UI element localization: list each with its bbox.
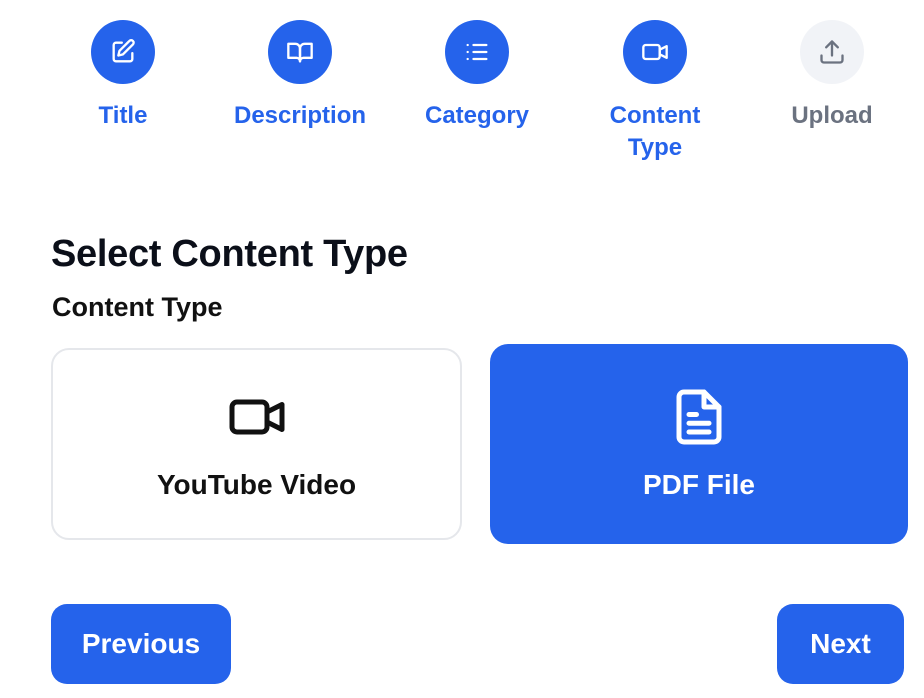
step-upload-circle [800,20,864,84]
step-title-label: Title [98,102,148,129]
upload-icon [820,40,844,64]
step-content-type[interactable]: Content Type [580,20,730,164]
content-type-step-page: Title Description Category Content Type … [0,0,924,698]
previous-button[interactable]: Previous [51,604,231,684]
youtube-video-option-label: YouTube Video [156,469,357,500]
page-title: Select Content Type [51,233,408,275]
step-category-label: Category [424,102,530,129]
content-type-field-label: Content Type [52,292,223,322]
document-icon [676,389,722,445]
list-icon [466,43,488,61]
pdf-file-option-label: PDF File [642,469,755,500]
step-title-circle [91,20,155,84]
video-camera-icon [229,399,284,435]
step-title[interactable]: Title [48,20,198,132]
step-description[interactable]: Description [225,20,375,132]
step-description-label: Description [233,102,367,129]
step-category[interactable]: Category [402,20,552,132]
edit-icon [112,39,135,63]
step-upload[interactable]: Upload [757,20,907,132]
step-upload-label: Upload [791,102,873,129]
step-description-circle [268,20,332,84]
pdf-file-option[interactable]: PDF File [490,344,908,544]
youtube-video-option[interactable]: YouTube Video [51,348,462,540]
step-category-circle [445,20,509,84]
step-content-type-circle [623,20,687,84]
next-button[interactable]: Next [777,604,904,684]
video-icon [642,43,668,61]
step-content-type-label: Content Type [609,102,701,161]
book-icon [287,42,313,63]
